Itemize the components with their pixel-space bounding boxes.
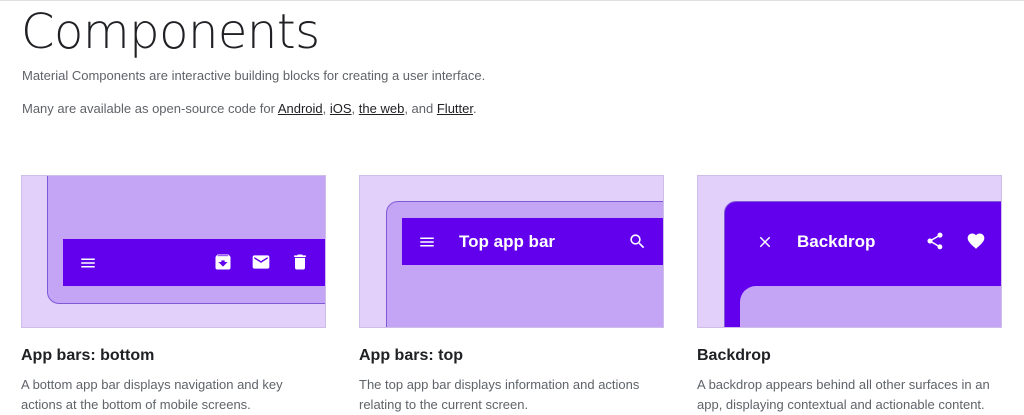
- separator: , and: [404, 101, 437, 116]
- card-description: The top app bar displays information and…: [359, 377, 640, 412]
- front-layer: [740, 286, 1001, 327]
- page-intro: Material Components are interactive buil…: [22, 68, 486, 83]
- ios-link[interactable]: iOS: [330, 101, 352, 116]
- card-app-bars-bottom[interactable]: App bars: bottom A bottom app bar displa…: [21, 175, 326, 412]
- top-divider: [0, 0, 1024, 1]
- delete-icon[interactable]: [290, 252, 310, 272]
- card-description: A backdrop appears behind all other surf…: [697, 377, 990, 412]
- flutter-link[interactable]: Flutter: [437, 101, 473, 116]
- page-title: Components: [21, 4, 320, 60]
- card-backdrop[interactable]: Backdrop Backdrop A backdrop appears beh…: [697, 175, 1002, 412]
- card-app-bars-top[interactable]: Top app bar App bars: top The top app ba…: [359, 175, 664, 412]
- search-icon[interactable]: [628, 232, 647, 251]
- card-thumbnail: Top app bar: [359, 175, 664, 328]
- backdrop-layer: Backdrop: [740, 217, 1001, 327]
- archive-icon[interactable]: [213, 252, 233, 272]
- card-title[interactable]: App bars: bottom: [21, 346, 154, 366]
- menu-icon[interactable]: [79, 254, 97, 272]
- top-app-bar: Top app bar: [402, 218, 663, 265]
- card-title[interactable]: Backdrop: [697, 346, 771, 366]
- card-description: A bottom app bar displays navigation and…: [21, 377, 283, 412]
- availability-prefix: Many are available as open-source code f…: [22, 101, 278, 116]
- web-link[interactable]: the web: [359, 101, 405, 116]
- card-thumbnail: Backdrop: [697, 175, 1002, 328]
- availability-text: Many are available as open-source code f…: [22, 101, 477, 117]
- card-title[interactable]: App bars: top: [359, 346, 463, 366]
- mail-icon[interactable]: [251, 252, 271, 272]
- backdrop-title: Backdrop: [797, 232, 876, 251]
- menu-icon[interactable]: [418, 233, 436, 251]
- card-thumbnail: [21, 175, 326, 328]
- separator: ,: [322, 101, 330, 116]
- suffix: .: [472, 101, 477, 116]
- close-icon[interactable]: [756, 233, 774, 251]
- separator: ,: [351, 101, 359, 116]
- share-icon[interactable]: [925, 231, 945, 251]
- top-app-bar-title: Top app bar: [459, 232, 556, 251]
- bottom-app-bar: [63, 239, 325, 286]
- android-link[interactable]: Android: [278, 101, 323, 116]
- heart-icon[interactable]: [966, 231, 986, 251]
